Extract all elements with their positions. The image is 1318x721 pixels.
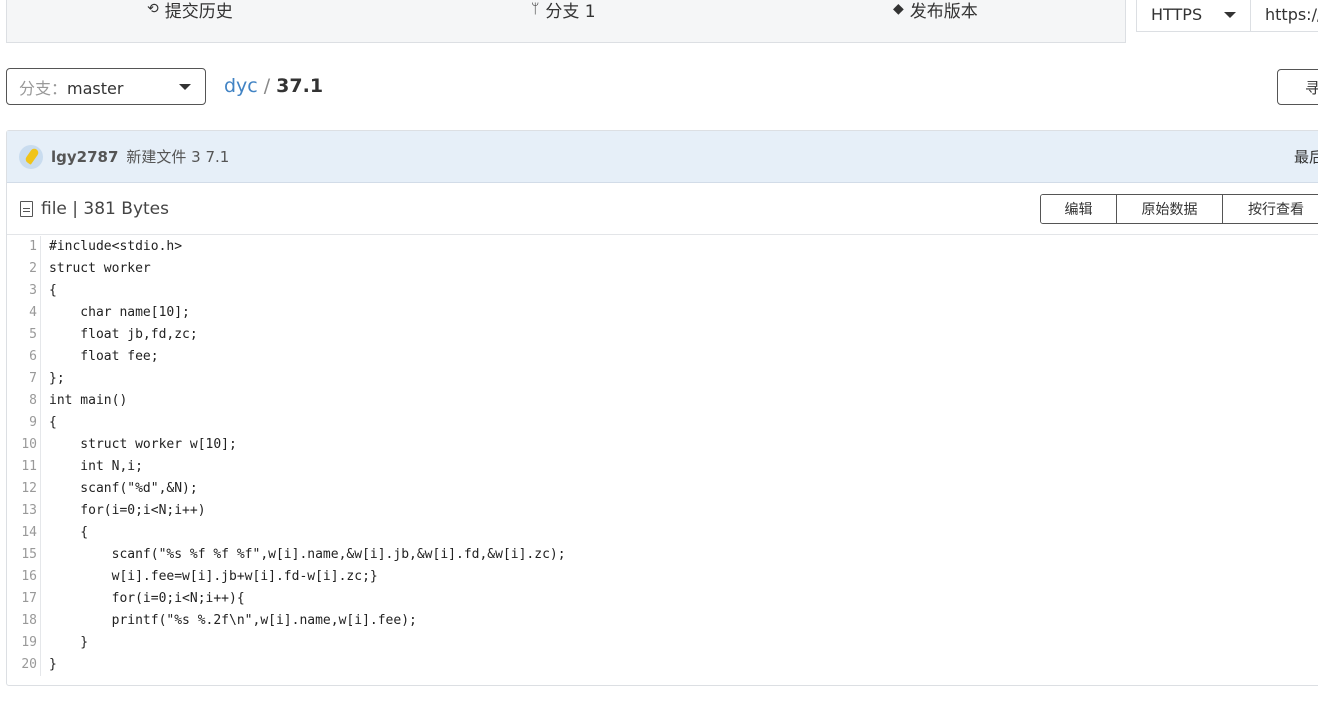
history-icon: ⟲ [147,1,159,17]
code-line: 6 float fee; [7,346,1318,368]
code-line: 1 #include<stdio.h> [7,236,1318,258]
avatar[interactable] [19,144,43,169]
code-line: 16 w[i].fee=w[i].jb+w[i].fd-w[i].zc;} [7,566,1318,588]
raw-button[interactable]: 原始数据 [1117,195,1223,223]
code-text: struct worker [49,261,151,276]
code-line: 10 struct worker w[10]; [7,434,1318,456]
latest-commit-bar: lgy2787 新建文件 3 7.1 最后 [7,131,1318,183]
line-number[interactable]: 10 [7,434,41,456]
edit-button[interactable]: 编辑 [1041,195,1117,223]
commit-message[interactable]: 新建文件 3 7.1 [126,146,229,167]
code-line: 7}; [7,368,1318,390]
file-card: lgy2787 新建文件 3 7.1 最后 file | 381 Bytes 编… [6,130,1318,686]
commits-label: 提交历史 [164,1,233,22]
file-icon [20,200,33,217]
branches-link[interactable]: ᛘ 分支 1 [531,0,596,22]
line-number[interactable]: 5 [7,324,41,346]
code-text: w[i].fee=w[i].jb+w[i].fd-w[i].zc;} [49,569,378,584]
tag-icon: ◆ [893,1,904,17]
line-number[interactable]: 12 [7,478,41,500]
line-number[interactable]: 17 [7,588,41,610]
line-number[interactable]: 1 [7,236,41,258]
line-number[interactable]: 18 [7,610,41,632]
code-line: 9{ [7,412,1318,434]
clone-protocol-select[interactable]: HTTPS [1137,0,1251,31]
commit-author[interactable]: lgy2787 [51,148,118,166]
code-line: 14 { [7,522,1318,544]
code-text: scanf("%s %f %f %f",w[i].name,&w[i].jb,&… [49,547,566,562]
code-text: char name[10]; [49,305,190,320]
code-view: 1 #include<stdio.h> 2 struct worker 3{4 char… [7,236,1318,676]
code-line: 12 scanf("%d",&N); [7,478,1318,500]
code-line: 5 float jb,fd,zc; [7,324,1318,346]
code-text: for(i=0;i<N;i++){ [49,591,245,606]
code-text: { [49,415,57,430]
line-number[interactable]: 11 [7,456,41,478]
line-number[interactable]: 8 [7,390,41,412]
code-text: int N,i; [49,459,143,474]
clone-protocol-value: HTTPS [1151,5,1203,24]
branch-select-value: master [67,78,124,98]
clone-box: HTTPS https:// [1136,0,1318,32]
branch-icon: ᛘ [531,1,540,17]
clone-url-field[interactable]: https:// [1251,0,1318,31]
code-text: for(i=0;i<N;i++) [49,503,206,518]
branch-select[interactable]: 分支：master [6,68,206,105]
breadcrumb: dyc / 37.1 [224,75,323,97]
line-number[interactable]: 9 [7,412,41,434]
breadcrumb-file: 37.1 [276,75,324,97]
line-number[interactable]: 4 [7,302,41,324]
code-text: { [49,283,57,298]
code-text: float fee; [49,349,159,364]
code-line: 8 int main() [7,390,1318,412]
file-actions: 编辑 原始数据 按行查看 [1040,194,1318,224]
line-number[interactable]: 2 [7,258,41,280]
branches-label: 分支 1 [545,1,596,22]
code-text: printf("%s %.2f\n",w[i].name,w[i].fee); [49,613,417,628]
line-number[interactable]: 20 [7,654,41,676]
line-number[interactable]: 14 [7,522,41,544]
code-line: 15 scanf("%s %f %f %f",w[i].name,&w[i].j… [7,544,1318,566]
code-line: 18 printf("%s %.2f\n",w[i].name,w[i].fee… [7,610,1318,632]
code-text: } [49,657,57,672]
commit-latest-label: 最后 [1294,148,1318,166]
code-text: } [49,635,89,650]
code-text: }; [49,371,65,386]
code-line: 3{ [7,280,1318,302]
line-number[interactable]: 6 [7,346,41,368]
file-header: file | 381 Bytes 编辑 原始数据 按行查看 [7,183,1318,235]
code-text: struct worker w[10]; [49,437,237,452]
commits-link[interactable]: ⟲ 提交历史 [147,0,233,22]
breadcrumb-separator: / [263,75,271,97]
line-number[interactable]: 15 [7,544,41,566]
line-number[interactable]: 3 [7,280,41,302]
code-text: float jb,fd,zc; [49,327,198,342]
caret-down-icon [1224,11,1236,18]
breadcrumb-repo-link[interactable]: dyc [224,75,258,97]
code-text: int main() [49,393,128,408]
blame-button[interactable]: 按行查看 [1223,195,1318,223]
caret-down-icon [179,83,191,90]
file-info: file | 381 Bytes [41,198,169,219]
code-line: 2 struct worker [7,258,1318,280]
code-text: scanf("%d",&N); [49,481,198,496]
code-line: 20} [7,654,1318,676]
code-text: #include<stdio.h> [49,239,183,254]
code-text: { [49,525,89,540]
releases-label: 发布版本 [909,1,978,22]
repo-stats-bar: ⟲ 提交历史 ᛘ 分支 1 ◆ 发布版本 [6,0,1126,43]
code-line: 4 char name[10]; [7,302,1318,324]
code-line: 11 int N,i; [7,456,1318,478]
code-line: 19 } [7,632,1318,654]
code-line: 13 for(i=0;i<N;i++) [7,500,1318,522]
branch-select-label: 分支： [19,78,68,98]
line-number[interactable]: 13 [7,500,41,522]
line-number[interactable]: 16 [7,566,41,588]
line-number[interactable]: 19 [7,632,41,654]
find-button[interactable]: 寻 [1277,69,1318,105]
releases-link[interactable]: ◆ 发布版本 [893,0,978,22]
code-line: 17 for(i=0;i<N;i++){ [7,588,1318,610]
line-number[interactable]: 7 [7,368,41,390]
